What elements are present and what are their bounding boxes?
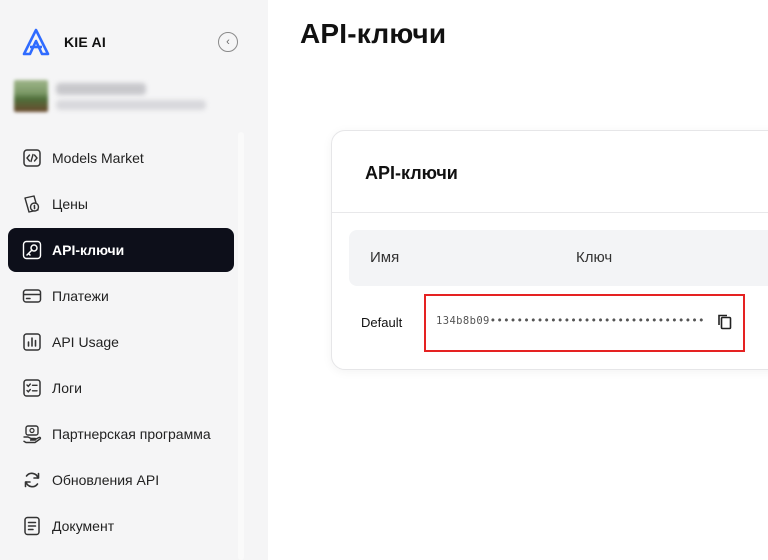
sidebar-item-label: Models Market [52, 150, 144, 166]
sidebar-item-api-updates[interactable]: Обновления API [8, 458, 234, 502]
column-header-key: Ключ [576, 249, 613, 266]
key-name-cell: Default [361, 315, 403, 330]
sidebar-item-api-keys[interactable]: API-ключи [8, 228, 234, 272]
code-icon [21, 147, 43, 169]
partner-icon [21, 423, 43, 445]
sidebar-item-label: API-ключи [52, 242, 125, 258]
column-header-name: Имя [370, 249, 400, 266]
credit-card-icon [21, 285, 43, 307]
user-email-redacted [56, 100, 206, 110]
logs-icon [21, 377, 43, 399]
sidebar-item-logs[interactable]: Логи [8, 366, 234, 410]
sidebar-item-label: Платежи [52, 288, 109, 304]
sidebar-item-label: API Usage [52, 334, 119, 350]
sidebar-item-label: Документ [52, 518, 115, 534]
copy-icon[interactable] [716, 313, 734, 331]
sidebar: KIE AI ‹ Models Market Цены API-ключи Пл… [0, 0, 268, 560]
user-name-redacted [56, 83, 146, 95]
user-profile[interactable] [14, 80, 214, 114]
pricing-icon [21, 193, 43, 215]
table-header: Имя Ключ [349, 230, 768, 286]
avatar [14, 80, 48, 112]
sidebar-item-label: Цены [52, 196, 88, 212]
brand-name: KIE AI [64, 34, 106, 50]
api-keys-card: API-ключи Имя Ключ Default 134b8b09•••••… [331, 130, 768, 370]
sidebar-item-payments[interactable]: Платежи [8, 274, 234, 318]
document-icon [21, 515, 43, 537]
page-title: API-ключи [300, 18, 447, 49]
kie-logo-icon [22, 28, 50, 56]
sidebar-nav: Models Market Цены API-ключи Платежи API… [8, 136, 234, 550]
sidebar-item-label: Партнерская программа [52, 426, 211, 442]
sidebar-item-document[interactable]: Документ [8, 504, 234, 548]
api-key-value[interactable]: 134b8b09•••••••••••••••••••••••••••••••• [436, 315, 705, 327]
sidebar-item-partner-program[interactable]: Партнерская программа [8, 412, 234, 456]
bar-chart-icon [21, 331, 43, 353]
key-icon [21, 239, 43, 261]
sidebar-item-label: Обновления API [52, 472, 160, 488]
sidebar-item-api-usage[interactable]: API Usage [8, 320, 234, 364]
brand[interactable]: KIE AI [22, 28, 106, 56]
refresh-icon [21, 469, 43, 491]
sidebar-item-label: Логи [52, 380, 82, 396]
chevron-left-icon[interactable]: ‹ [218, 32, 238, 52]
sidebar-item-models-market[interactable]: Models Market [8, 136, 234, 180]
divider [332, 212, 768, 213]
card-title: API-ключи [365, 163, 458, 183]
api-key-cell-highlight: 134b8b09•••••••••••••••••••••••••••••••• [424, 294, 745, 352]
sidebar-scrollbar[interactable] [238, 132, 244, 560]
sidebar-item-prices[interactable]: Цены [8, 182, 234, 226]
